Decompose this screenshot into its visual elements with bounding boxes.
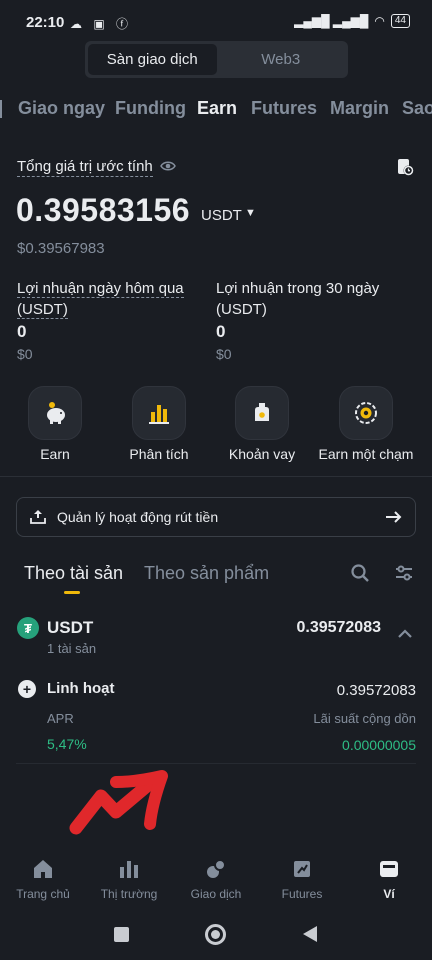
usdt-coin-icon: ₮ [17,617,39,639]
banner-label: Quản lý hoạt động rút tiền [57,509,219,525]
balance-unit[interactable]: USDT [201,207,242,224]
month-pnl-usd: $0 [216,346,232,362]
analysis-label: Phân tích [129,446,189,462]
piggy-bank-icon [47,402,65,424]
cumulative-interest-label: Lãi suất cộng dồn [313,711,416,726]
section-divider [0,476,432,477]
system-indicators: ▂▄▆█ ▂▄▆█ ◠ 44 [294,14,410,28]
trade-icon [207,859,226,878]
loan-bag-icon [255,403,269,421]
month-pnl-label: Lợi nhuận trong 30 ngày (USDT) [216,280,380,318]
nav-market[interactable]: Thị trường [86,855,172,901]
analysis-button[interactable] [132,386,186,440]
nav-wallet[interactable]: Ví [346,855,432,901]
bar-chart-icon [149,405,169,424]
nav-futures-label: Futures [281,887,323,901]
notification-icons: ☁ ▣ ⓕ [70,17,133,31]
wallet-tabs: Giao ngay Funding Earn Futures Margin Sa… [0,96,432,124]
search-icon[interactable] [350,563,370,583]
nav-market-label: Thị trường [100,887,158,901]
nav-trade[interactable]: Giao dịch [173,855,259,901]
total-balance: 0.39583156 [16,192,191,228]
status-bar: 22:10 ☁ ▣ ⓕ ▂▄▆█ ▂▄▆█ ◠ 44 [0,0,432,40]
tab-funding[interactable]: Funding [115,98,186,119]
recent-apps-button[interactable] [114,927,129,942]
tab-overflow-edge [0,100,2,118]
tab-spot[interactable]: Giao ngay [18,98,105,119]
tab-futures[interactable]: Futures [251,98,317,119]
one-tap-icon [355,402,377,424]
one-tap-earn-label: Earn một chạm [318,446,414,462]
home-system-button[interactable] [205,924,226,945]
signal-icon: ▂▄▆█ ▂▄▆█ [294,14,369,28]
tab-earn[interactable]: Earn [197,98,237,119]
arrow-right-icon [386,511,402,523]
tab-by-asset[interactable]: Theo tài sản [24,563,123,584]
estimated-value-label[interactable]: Tổng giá trị ước tính [17,158,153,177]
history-icon[interactable] [396,158,414,176]
product-name[interactable]: Linh hoạt [47,680,115,697]
wallet-icon [380,861,398,877]
flexible-product-icon: + [18,680,36,698]
nav-trade-label: Giao dịch [190,887,242,901]
nav-futures[interactable]: Futures [259,855,345,901]
caret-down-icon[interactable]: ▼ [245,207,256,219]
one-tap-earn-button[interactable] [339,386,393,440]
chevron-up-icon[interactable] [395,627,415,641]
yesterday-pnl-usd: $0 [17,346,33,362]
red-arrow-annotation [69,770,168,835]
earn-button[interactable] [28,386,82,440]
active-tab-indicator [64,591,80,594]
month-pnl-value: 0 [216,322,226,341]
balance-usd: $0.39567983 [17,240,105,257]
nav-home-label: Trang chủ [16,887,70,901]
segment-exchange[interactable]: Sàn giao dịch [88,44,217,75]
futures-icon [294,861,310,877]
apr-label: APR [47,711,74,726]
system-navigation [0,915,432,960]
eye-icon[interactable] [160,158,176,174]
filter-icon[interactable] [394,563,414,583]
asset-amount: 0.39572083 [296,619,381,636]
exchange-web3-toggle[interactable]: Sàn giao dịch Web3 [85,41,348,78]
nav-home[interactable]: Trang chủ [0,855,86,901]
bottom-navigation: Trang chủ Thị trường Giao dịch Futures V… [0,855,432,915]
asset-count: 1 tài sản [47,641,97,656]
row-divider [16,763,416,764]
loan-label: Khoản vay [228,446,296,462]
cumulative-interest-value: 0.00000005 [342,737,416,753]
yesterday-pnl-label[interactable]: Lợi nhuận ngày hôm qua (USDT) [17,278,184,320]
nav-wallet-label: Ví [383,887,395,901]
withdraw-icon [30,510,46,524]
market-icon [120,861,138,878]
tab-by-product[interactable]: Theo sản phẩm [144,563,269,584]
home-icon [34,860,52,878]
back-system-button[interactable] [302,925,318,943]
apr-value: 5,47% [47,736,87,752]
earn-label: Earn [40,446,70,462]
wifi-icon: ◠ [374,14,385,28]
withdrawal-management-banner[interactable]: Quản lý hoạt động rút tiền [16,497,416,537]
asset-name[interactable]: USDT [47,618,93,638]
product-amount: 0.39572083 [336,682,416,699]
tab-more[interactable]: Sao [402,98,432,119]
battery-icon: 44 [390,14,410,28]
clock: 22:10 [26,14,65,31]
tab-margin[interactable]: Margin [330,98,389,119]
yesterday-pnl-value: 0 [17,322,27,341]
loan-button[interactable] [235,386,289,440]
segment-web3[interactable]: Web3 [217,44,346,75]
